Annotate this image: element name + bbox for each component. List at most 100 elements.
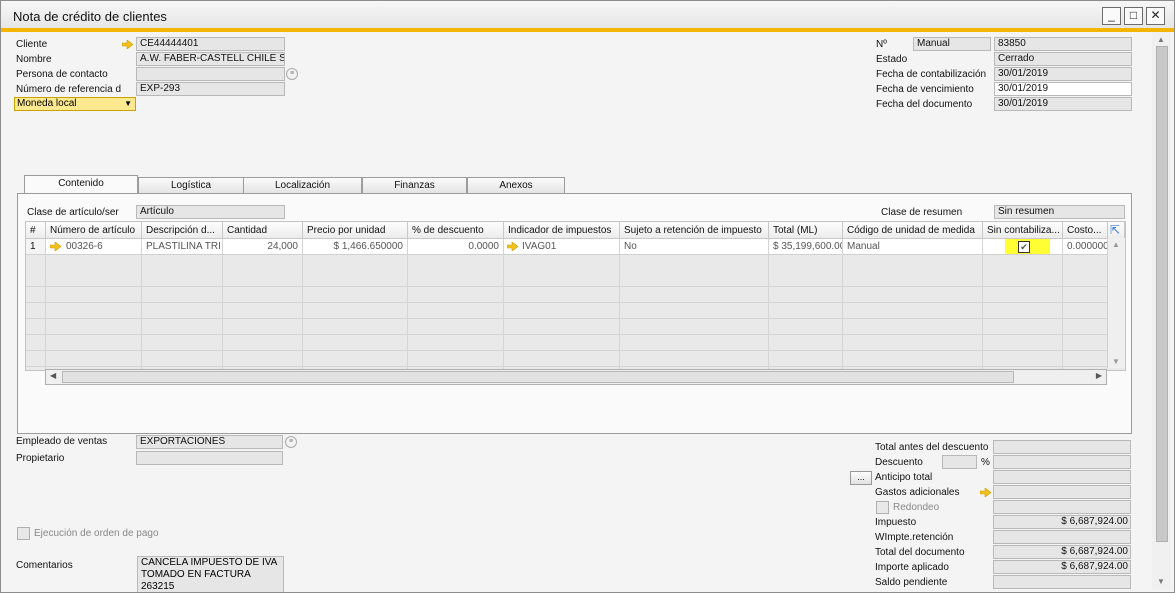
grid-vertical-scrollbar[interactable]: ▲ ▼ <box>1107 238 1125 368</box>
nombre-field[interactable]: A.W. FABER-CASTELL CHILE S. <box>136 52 285 66</box>
minimize-button[interactable]: _ <box>1102 7 1121 25</box>
resumen-field[interactable]: Sin resumen <box>994 205 1125 219</box>
total-doc-field[interactable]: $ 6,687,924.00 <box>993 545 1131 559</box>
grid-horizontal-scrollbar[interactable]: ◀ ▶ <box>45 369 1107 385</box>
row-descuento[interactable]: 0.0000 <box>408 239 504 255</box>
anticipo-field[interactable] <box>993 470 1131 484</box>
fecha-contab-field[interactable]: 30/01/2019 <box>994 67 1132 81</box>
ejecucion-checkbox[interactable] <box>17 527 30 540</box>
row-precio[interactable]: $ 1,466.650000 <box>303 239 408 255</box>
row-retencion[interactable]: No <box>620 239 769 255</box>
propietario-field[interactable] <box>136 451 283 465</box>
tab-localizacion[interactable]: Localización <box>243 177 362 193</box>
row-cantidad[interactable]: 24,000 <box>223 239 303 255</box>
gastos-label: Gastos adicionales <box>875 487 960 498</box>
row-unidad[interactable]: Manual <box>843 239 983 255</box>
col-header-sin-contab[interactable]: Sin contabiliza... <box>983 222 1063 239</box>
contacto-field[interactable] <box>136 67 285 81</box>
row-costo[interactable]: 0.000000 <box>1063 239 1108 255</box>
fecha-venc-field[interactable]: 30/01/2019 <box>994 82 1132 96</box>
col-header-cantidad[interactable]: Cantidad <box>223 222 303 239</box>
row-impuesto[interactable]: IVAG01 <box>504 239 620 255</box>
maximize-button[interactable]: □ <box>1124 7 1143 25</box>
tab-contenido[interactable]: Contenido <box>24 175 138 193</box>
col-header-costo[interactable]: Costo... <box>1063 222 1108 239</box>
numero-field[interactable]: 83850 <box>994 37 1132 51</box>
anticipo-button[interactable]: ... <box>850 471 872 485</box>
fecha-contab-label: Fecha de contabilización <box>876 69 987 80</box>
serie-field[interactable]: Manual <box>913 37 991 51</box>
scroll-down-icon[interactable]: ▼ <box>1112 357 1120 366</box>
grid-line <box>768 239 769 370</box>
grid-line <box>222 239 223 370</box>
scroll-up-icon[interactable]: ▲ <box>1157 35 1165 44</box>
clase-field[interactable]: Artículo <box>136 205 285 219</box>
empleado-field[interactable]: EXPORTACIONES <box>136 435 283 449</box>
redondeo-field[interactable] <box>993 500 1131 514</box>
scroll-right-icon[interactable]: ▶ <box>1096 371 1102 380</box>
col-header-impuesto[interactable]: Indicador de impuestos <box>504 222 620 239</box>
scroll-down-icon[interactable]: ▼ <box>1157 577 1165 586</box>
sin-contab-checkbox[interactable]: ✔ <box>1018 241 1030 253</box>
row-descripcion[interactable]: PLASTILINA TRI <box>142 239 223 255</box>
window-scrollbar[interactable]: ▲ ▼ <box>1152 32 1171 590</box>
link-arrow-icon[interactable] <box>122 40 133 49</box>
col-header-descuento[interactable]: % de descuento <box>408 222 504 239</box>
grid-line <box>503 239 504 370</box>
list-icon[interactable]: ≡ <box>285 436 297 448</box>
col-header-descripcion[interactable]: Descripción d... <box>142 222 223 239</box>
saldo-field[interactable] <box>993 575 1131 589</box>
comentarios-textarea[interactable]: CANCELA IMPUESTO DE IVA TOMADO EN FACTUR… <box>137 556 284 592</box>
window-title: Nota de crédito de clientes <box>13 9 167 24</box>
descuento-field[interactable] <box>993 455 1131 469</box>
expand-icon[interactable]: ⇱ <box>1108 222 1125 239</box>
link-arrow-icon[interactable] <box>980 488 991 497</box>
gastos-field[interactable] <box>993 485 1131 499</box>
close-button[interactable]: ✕ <box>1146 7 1165 25</box>
fecha-venc-label: Fecha de vencimiento <box>876 84 974 95</box>
col-header-articulo[interactable]: Número de artículo <box>46 222 142 239</box>
col-header-num[interactable]: # <box>26 222 46 239</box>
empty-row <box>26 303 1108 319</box>
col-header-unidad[interactable]: Código de unidad de medida <box>843 222 983 239</box>
scroll-left-icon[interactable]: ◀ <box>50 371 56 380</box>
title-bar[interactable]: Nota de crédito de clientes _ □ ✕ <box>1 1 1174 32</box>
aplicado-label: Importe aplicado <box>875 562 949 573</box>
nombre-label: Nombre <box>16 54 52 65</box>
tab-finanzas[interactable]: Finanzas <box>362 177 467 193</box>
estado-field[interactable]: Cerrado <box>994 52 1132 66</box>
descuento-pct-field[interactable] <box>942 455 977 469</box>
impuesto-field[interactable]: $ 6,687,924.00 <box>993 515 1131 529</box>
list-icon[interactable]: ≡ <box>286 68 298 80</box>
moneda-dropdown[interactable]: Moneda local ▼ <box>14 97 136 111</box>
redondeo-label: Redondeo <box>893 502 940 513</box>
redondeo-checkbox[interactable] <box>876 501 889 514</box>
chevron-down-icon: ▼ <box>124 99 132 108</box>
grid-line <box>141 239 142 370</box>
scroll-up-icon[interactable]: ▲ <box>1112 240 1120 249</box>
total-antes-label: Total antes del descuento <box>875 442 989 453</box>
total-antes-field[interactable] <box>993 440 1131 454</box>
referencia-field[interactable]: EXP-293 <box>136 82 285 96</box>
empty-row <box>26 287 1108 303</box>
fecha-doc-field[interactable]: 30/01/2019 <box>994 97 1132 111</box>
cliente-field[interactable]: CE44444401 <box>136 37 285 51</box>
tab-anexos[interactable]: Anexos <box>467 177 565 193</box>
col-header-total[interactable]: Total (ML) <box>769 222 843 239</box>
tab-logistica[interactable]: Logística <box>138 177 244 193</box>
grid-line <box>407 239 408 370</box>
scroll-thumb[interactable] <box>1156 46 1168 542</box>
grid-line <box>302 239 303 370</box>
link-arrow-icon[interactable] <box>50 242 61 251</box>
wimpte-field[interactable] <box>993 530 1131 544</box>
scroll-thumb[interactable] <box>62 371 1014 383</box>
col-header-precio[interactable]: Precio por unidad <box>303 222 408 239</box>
col-header-retencion[interactable]: Sujeto a retención de impuesto <box>620 222 769 239</box>
contacto-label: Persona de contacto <box>16 69 108 80</box>
grid-line <box>982 239 983 370</box>
resumen-label: Clase de resumen <box>881 207 963 218</box>
fecha-doc-label: Fecha del documento <box>876 99 973 110</box>
aplicado-field[interactable]: $ 6,687,924.00 <box>993 560 1131 574</box>
row-total[interactable]: $ 35,199,600.00 <box>769 239 843 255</box>
link-arrow-icon[interactable] <box>507 242 518 251</box>
